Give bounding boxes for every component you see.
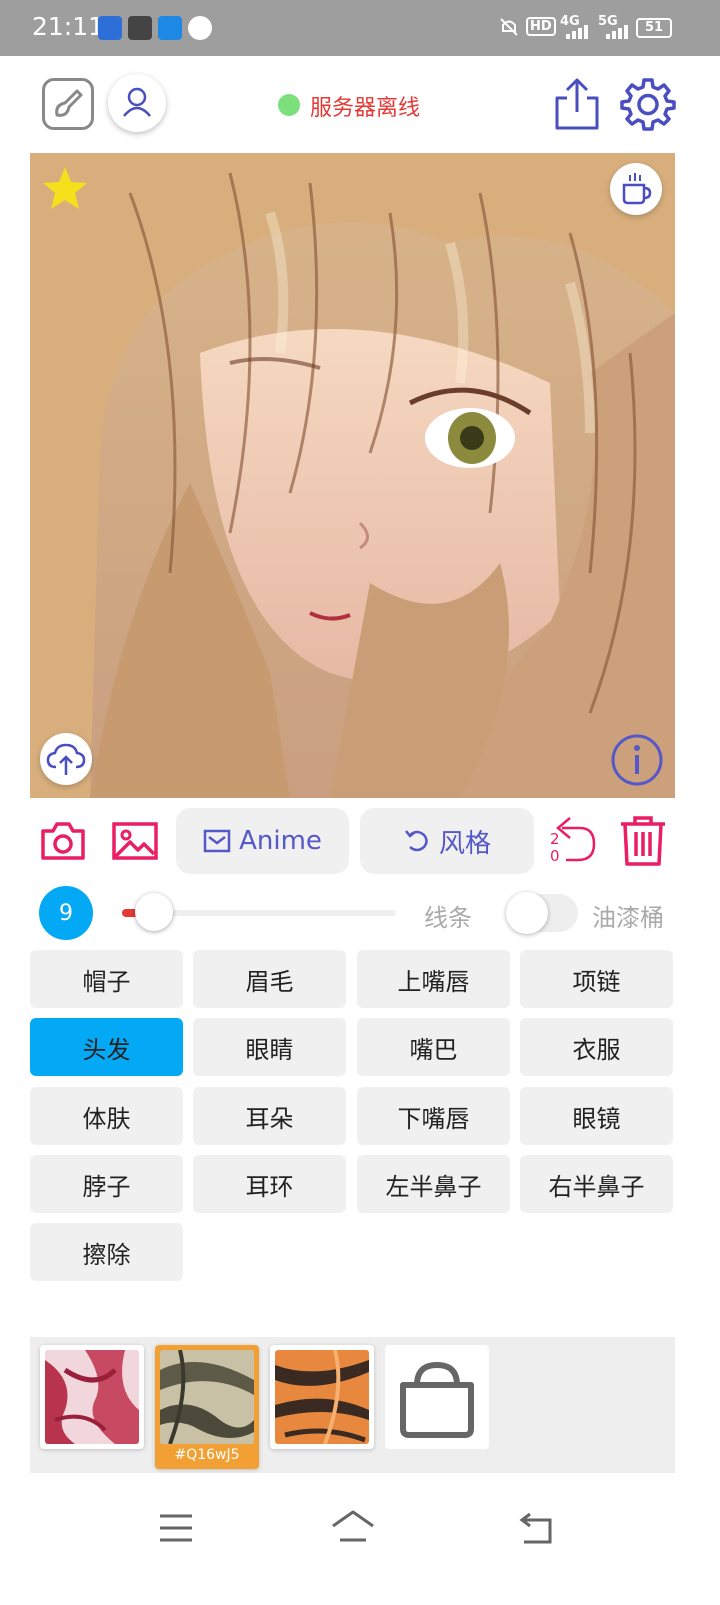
part-earrings-button[interactable]: 耳环 — [193, 1155, 346, 1213]
brush-size-badge: 9 — [39, 886, 93, 940]
mail-box-icon — [203, 829, 231, 853]
part-hat-button[interactable]: 帽子 — [30, 950, 183, 1008]
user-icon — [123, 87, 151, 117]
cloud-upload-icon — [46, 743, 86, 775]
home-icon — [332, 1510, 374, 1542]
undo-count-top: 2 — [550, 830, 560, 848]
hd-icon: HD — [526, 17, 556, 36]
part-neck-button[interactable]: 脖子 — [30, 1155, 183, 1213]
line-mode-label: 线条 — [424, 904, 472, 932]
shopping-bag-icon — [400, 1361, 474, 1438]
share-button[interactable] — [553, 76, 601, 132]
part-skin-button[interactable]: 体肤 — [30, 1087, 183, 1145]
server-status-text: 服务器离线 — [310, 96, 421, 121]
style-label: 风格 — [438, 828, 491, 859]
part-glasses-button[interactable]: 眼镜 — [520, 1087, 673, 1145]
anime-mode-button[interactable]: Anime — [176, 808, 349, 874]
style-code-label: #Q16wJ5 — [174, 1447, 240, 1463]
trash-icon — [621, 816, 665, 866]
status-bar: 21:11 HD 4G 5G 51 — [0, 0, 720, 56]
style-thumbnail[interactable] — [40, 1345, 144, 1449]
part-upper-lip-button[interactable]: 上嘴唇 — [357, 950, 510, 1008]
settings-button[interactable] — [620, 76, 676, 132]
part-eyes-button[interactable]: 眼睛 — [193, 1018, 346, 1076]
share-icon — [555, 78, 599, 130]
part-clothes-button[interactable]: 衣服 — [520, 1018, 673, 1076]
menu-nav-button[interactable] — [156, 1508, 196, 1548]
part-mouth-button[interactable]: 嘴巴 — [357, 1018, 510, 1076]
signal-5g-icon — [606, 24, 630, 43]
undo-button[interactable]: 2 0 — [548, 814, 600, 866]
brush-edit-icon — [55, 89, 83, 117]
bucket-toggle-knob[interactable] — [506, 892, 548, 934]
part-hair-button[interactable]: 头发 — [30, 1018, 183, 1076]
style-thumbnail-image — [275, 1350, 369, 1444]
edit-mode-button[interactable] — [42, 78, 94, 130]
server-status-dot — [278, 94, 300, 116]
brush-size-thumb[interactable] — [135, 893, 173, 931]
part-left-nose-button[interactable]: 左半鼻子 — [357, 1155, 510, 1213]
speed-notification-icon — [188, 16, 212, 40]
part-necklace-button[interactable]: 项链 — [520, 950, 673, 1008]
user-profile-button[interactable] — [108, 74, 166, 132]
home-nav-button[interactable] — [330, 1508, 376, 1548]
upload-button[interactable] — [40, 733, 92, 785]
status-time: 21:11 — [32, 12, 105, 41]
info-button[interactable] — [610, 733, 664, 787]
robot-notification-icon — [158, 16, 182, 40]
part-lower-lip-button[interactable]: 下嘴唇 — [357, 1087, 510, 1145]
part-erase-button[interactable]: 擦除 — [30, 1223, 183, 1281]
camera-icon — [41, 822, 85, 860]
gear-icon — [620, 78, 676, 131]
coffee-cup-icon — [622, 173, 652, 205]
menu-icon — [160, 1514, 192, 1542]
delete-button[interactable] — [617, 814, 669, 868]
style-thumbnail-image — [160, 1350, 254, 1444]
game-notification-icon — [128, 16, 152, 40]
gallery-button[interactable] — [110, 816, 160, 866]
coffee-button[interactable] — [610, 163, 662, 215]
part-eyebrow-button[interactable]: 眉毛 — [193, 950, 346, 1008]
bucket-mode-label: 油漆桶 — [592, 904, 664, 932]
style-thumbnail[interactable] — [270, 1345, 374, 1449]
part-ears-button[interactable]: 耳朵 — [193, 1087, 346, 1145]
battery-icon: 51 — [636, 18, 672, 38]
info-icon — [611, 734, 663, 786]
back-icon — [519, 1512, 552, 1544]
style-thumbnail-selected[interactable]: #Q16wJ5 — [155, 1345, 259, 1469]
image-icon — [112, 822, 158, 860]
camera-button[interactable] — [38, 816, 88, 866]
drawing-canvas[interactable] — [30, 153, 675, 798]
favorite-star-icon[interactable] — [42, 165, 88, 211]
refresh-icon — [405, 830, 428, 852]
style-store-button[interactable] — [385, 1345, 489, 1449]
mute-icon — [498, 16, 520, 38]
signal-4g-icon — [566, 24, 590, 43]
undo-count-bottom: 0 — [550, 847, 560, 865]
part-right-nose-button[interactable]: 右半鼻子 — [520, 1155, 673, 1213]
anime-portrait-image — [30, 153, 675, 798]
anime-label: Anime — [239, 826, 322, 856]
style-thumbnail-image — [45, 1350, 139, 1444]
style-button[interactable]: 风格 — [360, 808, 534, 874]
app-notification-icon — [98, 16, 122, 40]
back-nav-button[interactable] — [516, 1508, 556, 1548]
